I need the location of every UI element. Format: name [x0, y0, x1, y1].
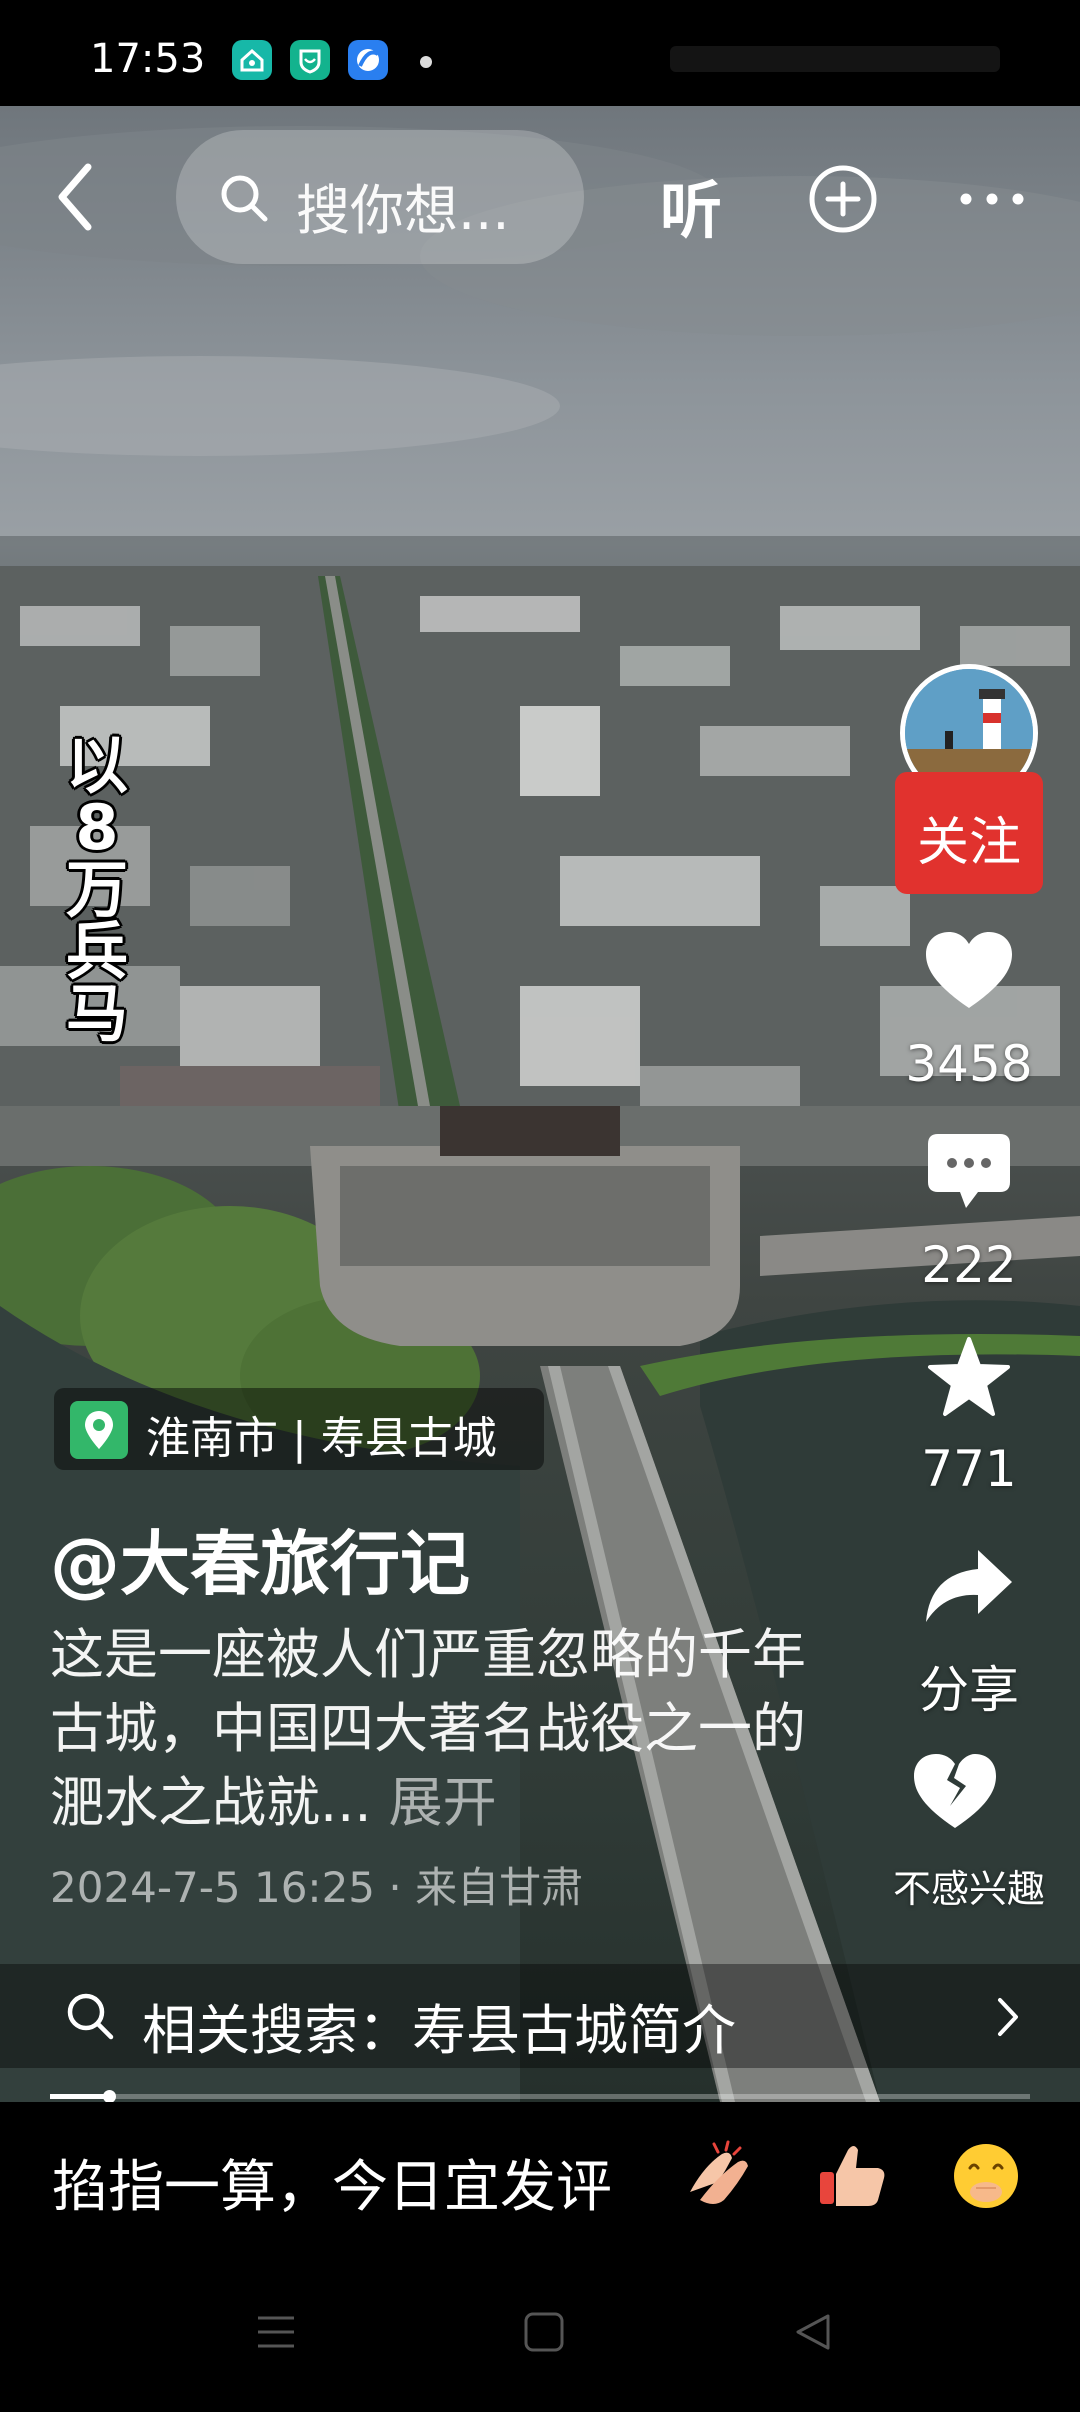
- status-indicators: [670, 46, 1000, 72]
- menu-nav-icon[interactable]: [254, 2310, 298, 2354]
- author-name[interactable]: @大春旅行记: [50, 1508, 470, 1609]
- add-circle-icon: [809, 165, 877, 233]
- not-interested-button[interactable]: [912, 1752, 998, 1830]
- star-icon: [928, 1337, 1010, 1416]
- location-pin-icon: [70, 1401, 128, 1459]
- chevron-right-icon: [998, 1998, 1018, 2036]
- back-icon: [58, 163, 92, 231]
- search-input[interactable]: 搜你想...: [176, 130, 584, 264]
- comment-button[interactable]: [926, 1132, 1012, 1212]
- broken-heart-icon: [914, 1754, 996, 1828]
- system-nav-bar: [0, 2262, 1080, 2412]
- status-bar: 17:53: [0, 0, 1080, 106]
- add-button[interactable]: [808, 164, 878, 234]
- search-icon: [67, 1993, 114, 2040]
- post-description: 这是一座被人们严重忽略的千年古城，中国四大著名战役之一的淝水之战就... 展开: [50, 1618, 830, 1840]
- home-app-icon: [232, 40, 272, 80]
- favorite-count: 771: [921, 1440, 1017, 1498]
- comment-icon: [928, 1134, 1010, 1208]
- follow-label: 关注: [916, 813, 1021, 873]
- shield-app-icon: [290, 40, 330, 80]
- listen-button[interactable]: 听: [660, 160, 722, 250]
- like-count: 3458: [905, 1035, 1033, 1093]
- giggle-face-emoji[interactable]: [946, 2136, 1026, 2216]
- follow-button[interactable]: 关注: [895, 772, 1043, 894]
- share-label: 分享: [919, 1661, 1019, 1719]
- comment-count: 222: [921, 1236, 1017, 1294]
- clapping-hands-emoji[interactable]: [678, 2136, 758, 2216]
- playback-progress[interactable]: [50, 2090, 1030, 2103]
- post-meta: 2024-7-5 16:25 · 来自甘肃: [50, 1863, 584, 1912]
- not-interested-label: 不感兴趣: [892, 1867, 1045, 1911]
- comment-input-prompt[interactable]: 掐指一算，今日宜发评: [52, 2142, 612, 2223]
- blue-app-icon: [348, 40, 388, 80]
- location-text: 淮南市 | 寿县古城: [146, 1413, 497, 1464]
- comment-bar[interactable]: 掐指一算，今日宜发评: [0, 2102, 1080, 2262]
- progress-fill: [50, 2094, 109, 2099]
- related-search-bar[interactable]: 相关搜索：寿县古城简介: [0, 1964, 1080, 2068]
- home-nav-icon[interactable]: [522, 2310, 566, 2354]
- status-time: 17:53: [90, 36, 206, 82]
- favorite-button[interactable]: [926, 1336, 1012, 1420]
- more-icon: [960, 193, 1024, 205]
- heart-icon: [926, 932, 1012, 1008]
- back-button[interactable]: [48, 155, 104, 239]
- location-tag[interactable]: 淮南市 | 寿县古城: [54, 1388, 544, 1470]
- expand-link[interactable]: 展开: [389, 1771, 497, 1834]
- search-placeholder: 搜你想...: [296, 179, 510, 242]
- related-search-text: 相关搜索：寿县古城简介: [142, 1999, 736, 2062]
- like-button[interactable]: [924, 930, 1014, 1012]
- thumbs-up-emoji[interactable]: [812, 2136, 892, 2216]
- share-button[interactable]: [922, 1546, 1016, 1626]
- notification-dot: [420, 56, 432, 68]
- back-nav-icon[interactable]: [790, 2310, 834, 2354]
- video-caption: 以8万兵马: [65, 729, 128, 1050]
- share-arrow-icon: [926, 1550, 1012, 1622]
- more-button[interactable]: [956, 184, 1028, 214]
- search-icon: [221, 175, 268, 222]
